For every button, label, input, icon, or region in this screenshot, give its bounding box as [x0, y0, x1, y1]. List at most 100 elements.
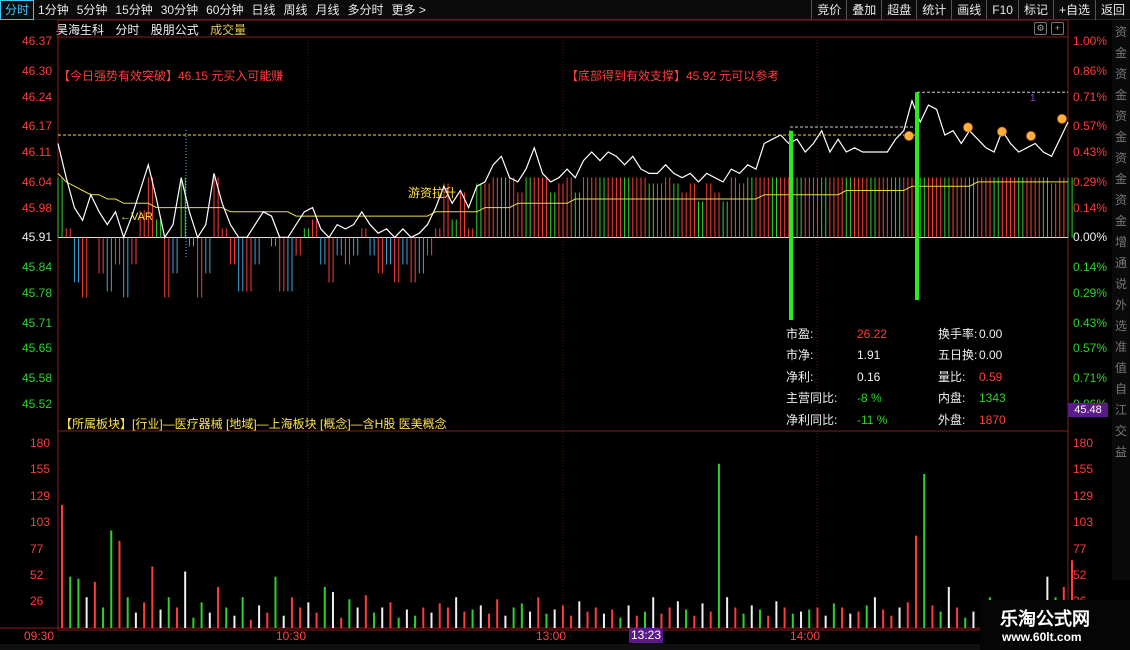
volume-tick: 180: [30, 436, 51, 451]
buy-signal-bar: [915, 92, 919, 300]
inner-label: 内盘:: [938, 391, 966, 405]
percent-tick: 0.43%: [1073, 315, 1108, 330]
hand-pointer-icon: [1057, 113, 1067, 124]
rev-yoy-value: -8 %: [857, 391, 882, 405]
watermark-title: 乐淘公式网: [1000, 609, 1090, 630]
right-strip-char: 增: [1115, 235, 1128, 249]
buy-signal-bar: [789, 130, 793, 320]
percent-tick: 0.29%: [1073, 285, 1108, 300]
volume-tick: 77: [1073, 541, 1087, 556]
price-tick: 45.84: [22, 260, 53, 275]
volume-tick: 155: [30, 461, 51, 476]
profit-yoy-label: 净利同比:: [786, 413, 838, 427]
vol-ratio-label: 量比:: [938, 370, 966, 384]
right-strip-char: 金: [1115, 130, 1128, 144]
funds-rise-label: 游资拉升: [408, 186, 457, 200]
price-tick: 46.11: [22, 145, 52, 160]
percent-tick: 0.43%: [1073, 145, 1108, 160]
outer-value: 1870: [979, 413, 1006, 427]
chart-grid: [0, 19, 1069, 631]
price-tick: 45.58: [22, 371, 53, 386]
marker-label: 1: [1030, 93, 1036, 104]
percent-tick: 0.71%: [1073, 89, 1108, 104]
hand-pointer-icon: [997, 126, 1007, 137]
right-strip-char: 外: [1115, 298, 1128, 312]
percent-tick: 0.14%: [1073, 200, 1108, 215]
support-signal: 【底部得到有效支撑】45.92 元可以参考: [566, 69, 780, 83]
percent-tick: 0.71%: [1073, 371, 1108, 386]
volume-tick: 77: [30, 541, 44, 556]
hand-pointer-icon: [963, 122, 973, 133]
pe-value: 26.22: [857, 327, 888, 341]
turnover-label: 换手率:: [938, 327, 978, 341]
percent-tick: 0.57%: [1073, 341, 1108, 356]
price-tick: 46.37: [22, 34, 53, 48]
right-strip-char: 益: [1115, 445, 1128, 459]
right-strip-char: 金: [1115, 172, 1128, 186]
right-strip-char: 自: [1115, 382, 1128, 396]
right-edge-panel: 资金资金资金资金资金增通说外选准值自江交益: [1112, 20, 1130, 580]
price-tick: 46.24: [22, 89, 53, 104]
pb-value: 1.91: [857, 348, 881, 362]
var-label: ←VAR: [120, 211, 153, 223]
right-strip-char: 说: [1115, 277, 1128, 291]
right-strip-char: 资: [1115, 109, 1128, 123]
right-strip-char: 资: [1115, 193, 1128, 207]
profit-yoy-value: -11 %: [857, 413, 888, 427]
vol-ratio-value: 0.59: [979, 370, 1003, 384]
right-strip-char: 金: [1115, 46, 1128, 60]
percent-tick: 0.00%: [1073, 230, 1108, 245]
price-tick: 46.04: [22, 174, 53, 189]
right-strip-char: 资: [1115, 67, 1128, 81]
right-strip-char: 值: [1115, 361, 1128, 375]
price-tick: 45.91: [22, 230, 53, 245]
intraday-chart[interactable]: [0, 0, 1130, 650]
right-strip-char: 资: [1115, 25, 1128, 39]
percent-tick: 0.57%: [1073, 119, 1108, 134]
price-tick: 45.71: [22, 315, 53, 330]
right-strip-char: 资: [1115, 151, 1128, 165]
volume-bars: [61, 463, 1073, 628]
right-strip-char: 金: [1115, 214, 1128, 228]
side-price-tag: 45.48: [1068, 403, 1108, 417]
hand-pointer-icon: [1026, 131, 1036, 141]
pe-label: 市盈:: [786, 327, 814, 341]
time-label-1400: 14:00: [790, 629, 821, 643]
volume-tick: 52: [30, 567, 44, 582]
right-strip-char: 交: [1115, 424, 1128, 438]
profit-label: 净利:: [786, 370, 814, 384]
price-tick: 46.30: [22, 63, 53, 78]
price-tick: 45.65: [22, 341, 53, 356]
breakout-signal: 【今日强势有效突破】46.15 元买入可能赚: [58, 69, 284, 83]
pb-label: 市净:: [786, 348, 814, 362]
five-day-value: 0.00: [979, 348, 1003, 362]
percent-tick: 0.29%: [1073, 174, 1108, 189]
percent-tick: 0.14%: [1073, 260, 1108, 275]
right-strip-char: 通: [1115, 256, 1128, 270]
right-strip-char: 金: [1115, 88, 1128, 102]
watermark: 乐淘公式网 www.60lt.com: [980, 600, 1130, 650]
price-tick: 46.17: [22, 119, 53, 134]
turnover-value: 0.00: [979, 327, 1003, 341]
sector-info: 【所属板块】[行业]—医疗器械 [地域]—上海板块 [概念]—含H股 医美概念: [60, 417, 447, 431]
profit-value: 0.16: [857, 370, 881, 384]
hand-pointer-icon: [904, 131, 914, 141]
volume-tick: 103: [1073, 515, 1094, 530]
volume-tick: 26: [30, 594, 44, 609]
inner-value: 1343: [979, 391, 1006, 405]
time-label-1030: 10:30: [276, 629, 307, 643]
watermark-url: www.60lt.com: [1002, 630, 1082, 644]
percent-tick: 1.00%: [1073, 34, 1108, 48]
five-day-label: 五日换:: [938, 348, 978, 362]
outer-label: 外盘:: [938, 413, 966, 427]
volume-tick: 155: [1073, 461, 1094, 476]
price-tick: 45.78: [22, 285, 53, 300]
right-strip-char: 江: [1115, 403, 1128, 417]
volume-tick: 180: [1073, 436, 1094, 451]
bottom-status-bar: [0, 644, 980, 650]
percent-tick: 0.86%: [1073, 63, 1108, 78]
right-strip-char: 准: [1115, 340, 1128, 354]
price-tick: 45.98: [22, 200, 53, 215]
volume-tick: 129: [30, 488, 51, 503]
rev-yoy-label: 主营同比:: [786, 391, 838, 405]
